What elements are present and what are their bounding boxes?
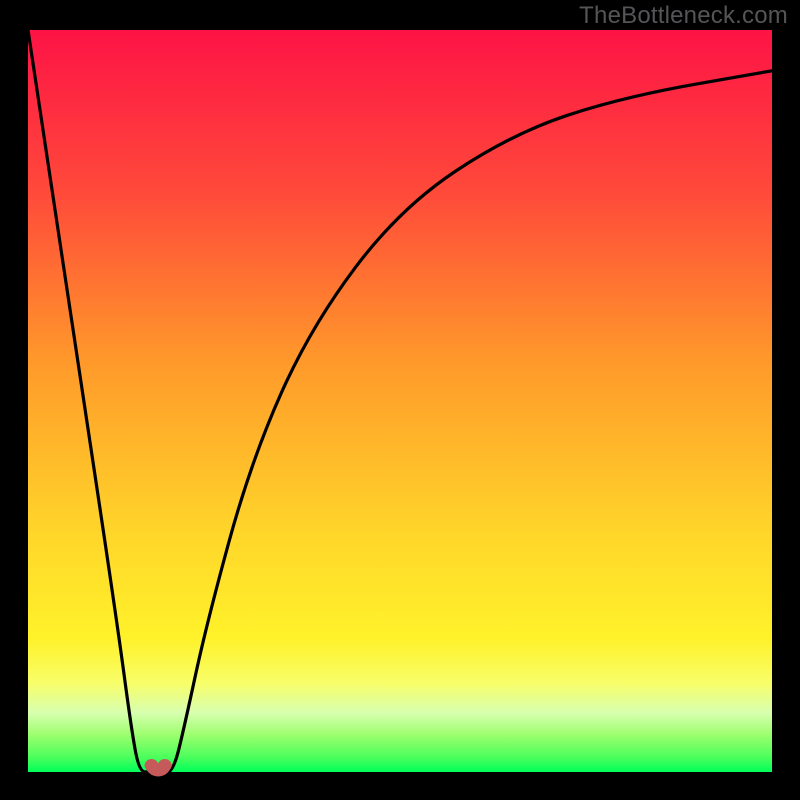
plot-background [28,30,772,772]
chart-frame: TheBottleneck.com [0,0,800,800]
watermark-text: TheBottleneck.com [579,2,788,30]
chart-svg [0,0,800,800]
